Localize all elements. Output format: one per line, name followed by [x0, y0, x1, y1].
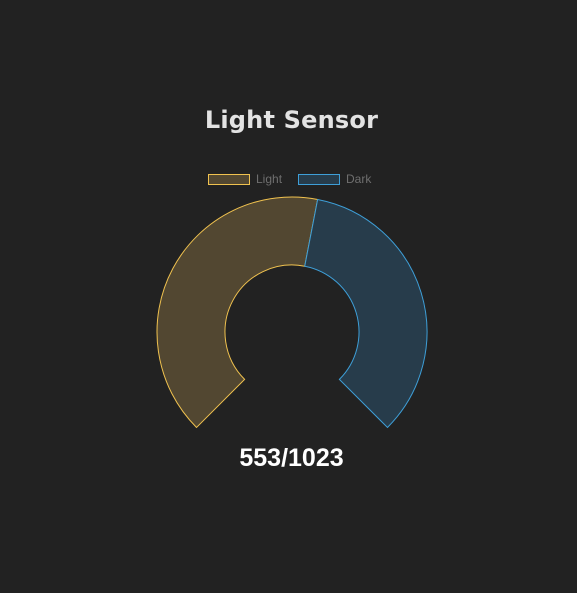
gauge-segment-dark[interactable]	[304, 198, 428, 429]
gauge-segment-light[interactable]	[156, 196, 319, 429]
gauge-chart	[156, 196, 428, 429]
gauge-reading: 553/1023	[239, 444, 344, 472]
